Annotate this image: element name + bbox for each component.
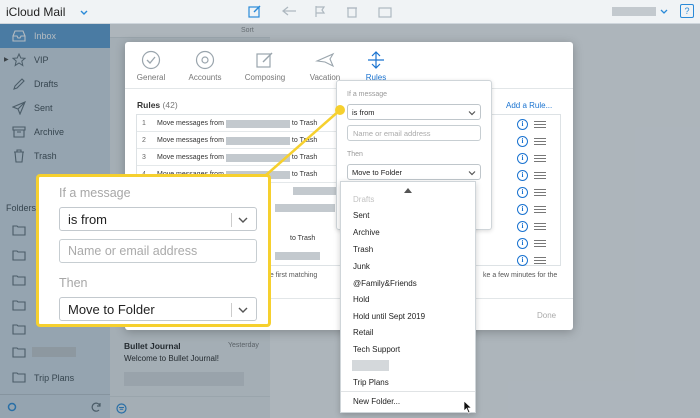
address-input-zoomed[interactable]: Name or email address — [59, 239, 257, 263]
then-label: Then — [59, 276, 88, 290]
condition-select-zoomed[interactable]: is from — [59, 207, 257, 231]
callout-marker-dot — [335, 105, 345, 115]
chevron-down-icon — [238, 307, 248, 313]
action-select-zoomed[interactable]: Move to Folder — [59, 297, 257, 321]
zoom-callout: If a message is from Name or email addre… — [36, 174, 271, 327]
chevron-down-icon — [238, 217, 248, 223]
if-label: If a message — [59, 186, 131, 200]
